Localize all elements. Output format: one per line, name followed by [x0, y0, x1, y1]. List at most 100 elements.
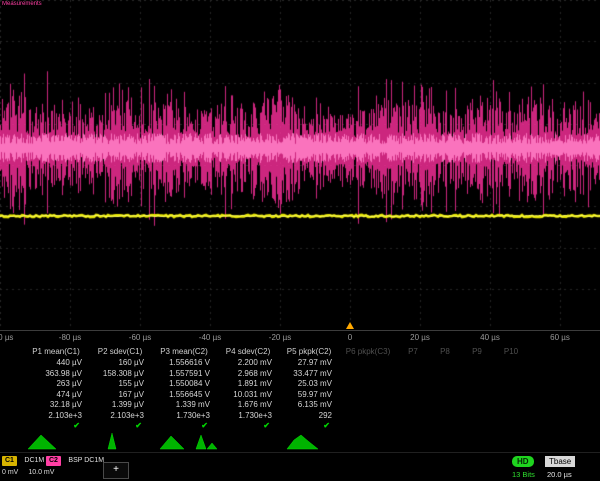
measurement-cell	[494, 411, 530, 422]
measurement-cell: 59.97 mV	[280, 390, 340, 401]
measurement-row-status: ✔✔✔✔✔	[24, 421, 600, 432]
measurement-cell	[430, 421, 462, 432]
measurement-cell: 2.200 mV	[218, 358, 280, 369]
status-bar: C1 DC1M C2 BSP DC1M 0 mV10.0 mV + HD 13 …	[0, 452, 600, 481]
measurement-cell	[340, 411, 398, 422]
time-axis-label: -100 µs	[0, 333, 13, 342]
measurement-cell	[430, 379, 462, 390]
param-header-p4[interactable]: P4 sdev(C2)	[218, 346, 280, 358]
measurement-cell	[462, 421, 494, 432]
measurement-cell: 1.556645 V	[152, 390, 218, 401]
measurement-cell: 1.550084 V	[152, 379, 218, 390]
param-header-p2[interactable]: P2 sdev(C1)	[90, 346, 152, 358]
measurement-cell: 2.103e+3	[24, 411, 90, 422]
histicon-p1[interactable]	[26, 432, 60, 450]
measurement-cell: 167 µV	[90, 390, 152, 401]
timebase-box[interactable]: Tbase	[545, 456, 575, 467]
measurement-cell	[494, 421, 530, 432]
measurement-row-sdev: 32.18 µV1.399 µV1.339 mV1.676 mV6.135 mV	[24, 400, 600, 411]
param-header-p6[interactable]: P6 pkpk(C3)	[340, 346, 398, 358]
c1-chip[interactable]: C1	[2, 456, 17, 466]
time-axis-label: 0	[348, 333, 352, 342]
cursor-marker[interactable]: +	[103, 462, 129, 479]
measurement-row-value: 440 µV160 µV1.556616 V2.200 mV27.97 mV	[24, 358, 600, 369]
measurement-cell: 1.730e+3	[152, 411, 218, 422]
measurement-cell	[430, 400, 462, 411]
measurement-cell: 160 µV	[90, 358, 152, 369]
time-axis-label: -80 µs	[59, 333, 81, 342]
c2-chip[interactable]: C2	[46, 456, 61, 466]
oscilloscope-screen: Measurements -100 µs -80 µs -60 µs -40 µs -2…	[0, 0, 600, 480]
param-header-p5[interactable]: P5 pkpk(C2)	[280, 346, 340, 358]
measurement-cell	[462, 400, 494, 411]
measurement-row-mean: 363.98 µV158.308 µV1.557591 V2.968 mV33.…	[24, 369, 600, 380]
histicon-p3[interactable]	[158, 432, 192, 450]
histicon-p2[interactable]	[96, 432, 130, 450]
param-header-p1[interactable]: P1 mean(C1)	[24, 346, 90, 358]
measurement-cell	[340, 358, 398, 369]
measurement-cell: 155 µV	[90, 379, 152, 390]
measurement-cell	[340, 421, 398, 432]
c1-offset: 0 mV	[2, 469, 18, 476]
waveform-grid[interactable]: Measurements	[0, 0, 600, 330]
measurement-cell	[340, 369, 398, 380]
measurement-cell: 2.968 mV	[218, 369, 280, 380]
measurement-cell	[494, 379, 530, 390]
measurement-row-max: 474 µV167 µV1.556645 V10.031 mV59.97 mV	[24, 390, 600, 401]
measurement-cell	[462, 411, 494, 422]
measurement-cell: 1.556616 V	[152, 358, 218, 369]
measurement-cell	[430, 411, 462, 422]
plus-icon: +	[113, 464, 119, 475]
measurement-cell: 1.557591 V	[152, 369, 218, 380]
measurement-row-min: 263 µV155 µV1.550084 V1.891 mV25.03 mV	[24, 379, 600, 390]
measurement-cell	[398, 400, 430, 411]
measurement-row-num: 2.103e+32.103e+31.730e+31.730e+3292	[24, 411, 600, 422]
measurement-table: P1 mean(C1)P2 sdev(C1)P3 mean(C2)P4 sdev…	[0, 346, 600, 431]
measurement-cell: 1.676 mV	[218, 400, 280, 411]
measurement-cell: ✔	[152, 421, 218, 432]
measurement-cell	[430, 369, 462, 380]
time-axis-label: 60 µs	[550, 333, 570, 342]
measurement-cell	[494, 400, 530, 411]
measurement-cell: 474 µV	[24, 390, 90, 401]
hd-badge[interactable]: HD	[512, 456, 534, 467]
measurement-cell	[430, 390, 462, 401]
measurement-cell: ✔	[218, 421, 280, 432]
measurement-cell	[494, 358, 530, 369]
measurement-cell: 158.308 µV	[90, 369, 152, 380]
measurement-cell: ✔	[280, 421, 340, 432]
measurement-cell	[462, 390, 494, 401]
time-axis-label: -40 µs	[199, 333, 221, 342]
measurement-cell: 1.339 mV	[152, 400, 218, 411]
measurement-cell	[398, 411, 430, 422]
waveform-canvas[interactable]	[0, 0, 600, 330]
measurement-cell: 32.18 µV	[24, 400, 90, 411]
param-header-p10[interactable]: P10	[494, 346, 530, 358]
measurement-cell: 1.891 mV	[218, 379, 280, 390]
time-axis-label: 20 µs	[410, 333, 430, 342]
param-header-p7[interactable]: P7	[398, 346, 430, 358]
measurement-cell: 6.135 mV	[280, 400, 340, 411]
measurement-cell	[398, 358, 430, 369]
c1-coupling: DC1M	[24, 456, 44, 466]
time-axis: -100 µs-80 µs-60 µs-40 µs-20 µs020 µs40 …	[0, 330, 600, 346]
c2-coupling: BSP DC1M	[68, 456, 104, 466]
histicon-p5[interactable]	[286, 432, 320, 450]
measurement-cell: ✔	[90, 421, 152, 432]
measurement-cell: 27.97 mV	[280, 358, 340, 369]
histicon-p4[interactable]	[194, 432, 228, 450]
measurement-cell	[398, 421, 430, 432]
measurement-cell: ✔	[24, 421, 90, 432]
measurement-cell	[462, 379, 494, 390]
param-header-p8[interactable]: P8	[430, 346, 462, 358]
measurement-cell	[494, 369, 530, 380]
trigger-position-marker[interactable]	[346, 322, 354, 329]
param-header-p9[interactable]: P9	[462, 346, 494, 358]
time-axis-label: -20 µs	[269, 333, 291, 342]
param-header-p3[interactable]: P3 mean(C2)	[152, 346, 218, 358]
measure-annotation: Measurements	[2, 1, 42, 7]
measurement-cell: 2.103e+3	[90, 411, 152, 422]
time-axis-label: -60 µs	[129, 333, 151, 342]
histicon-row	[0, 431, 600, 452]
measurement-cell	[398, 369, 430, 380]
